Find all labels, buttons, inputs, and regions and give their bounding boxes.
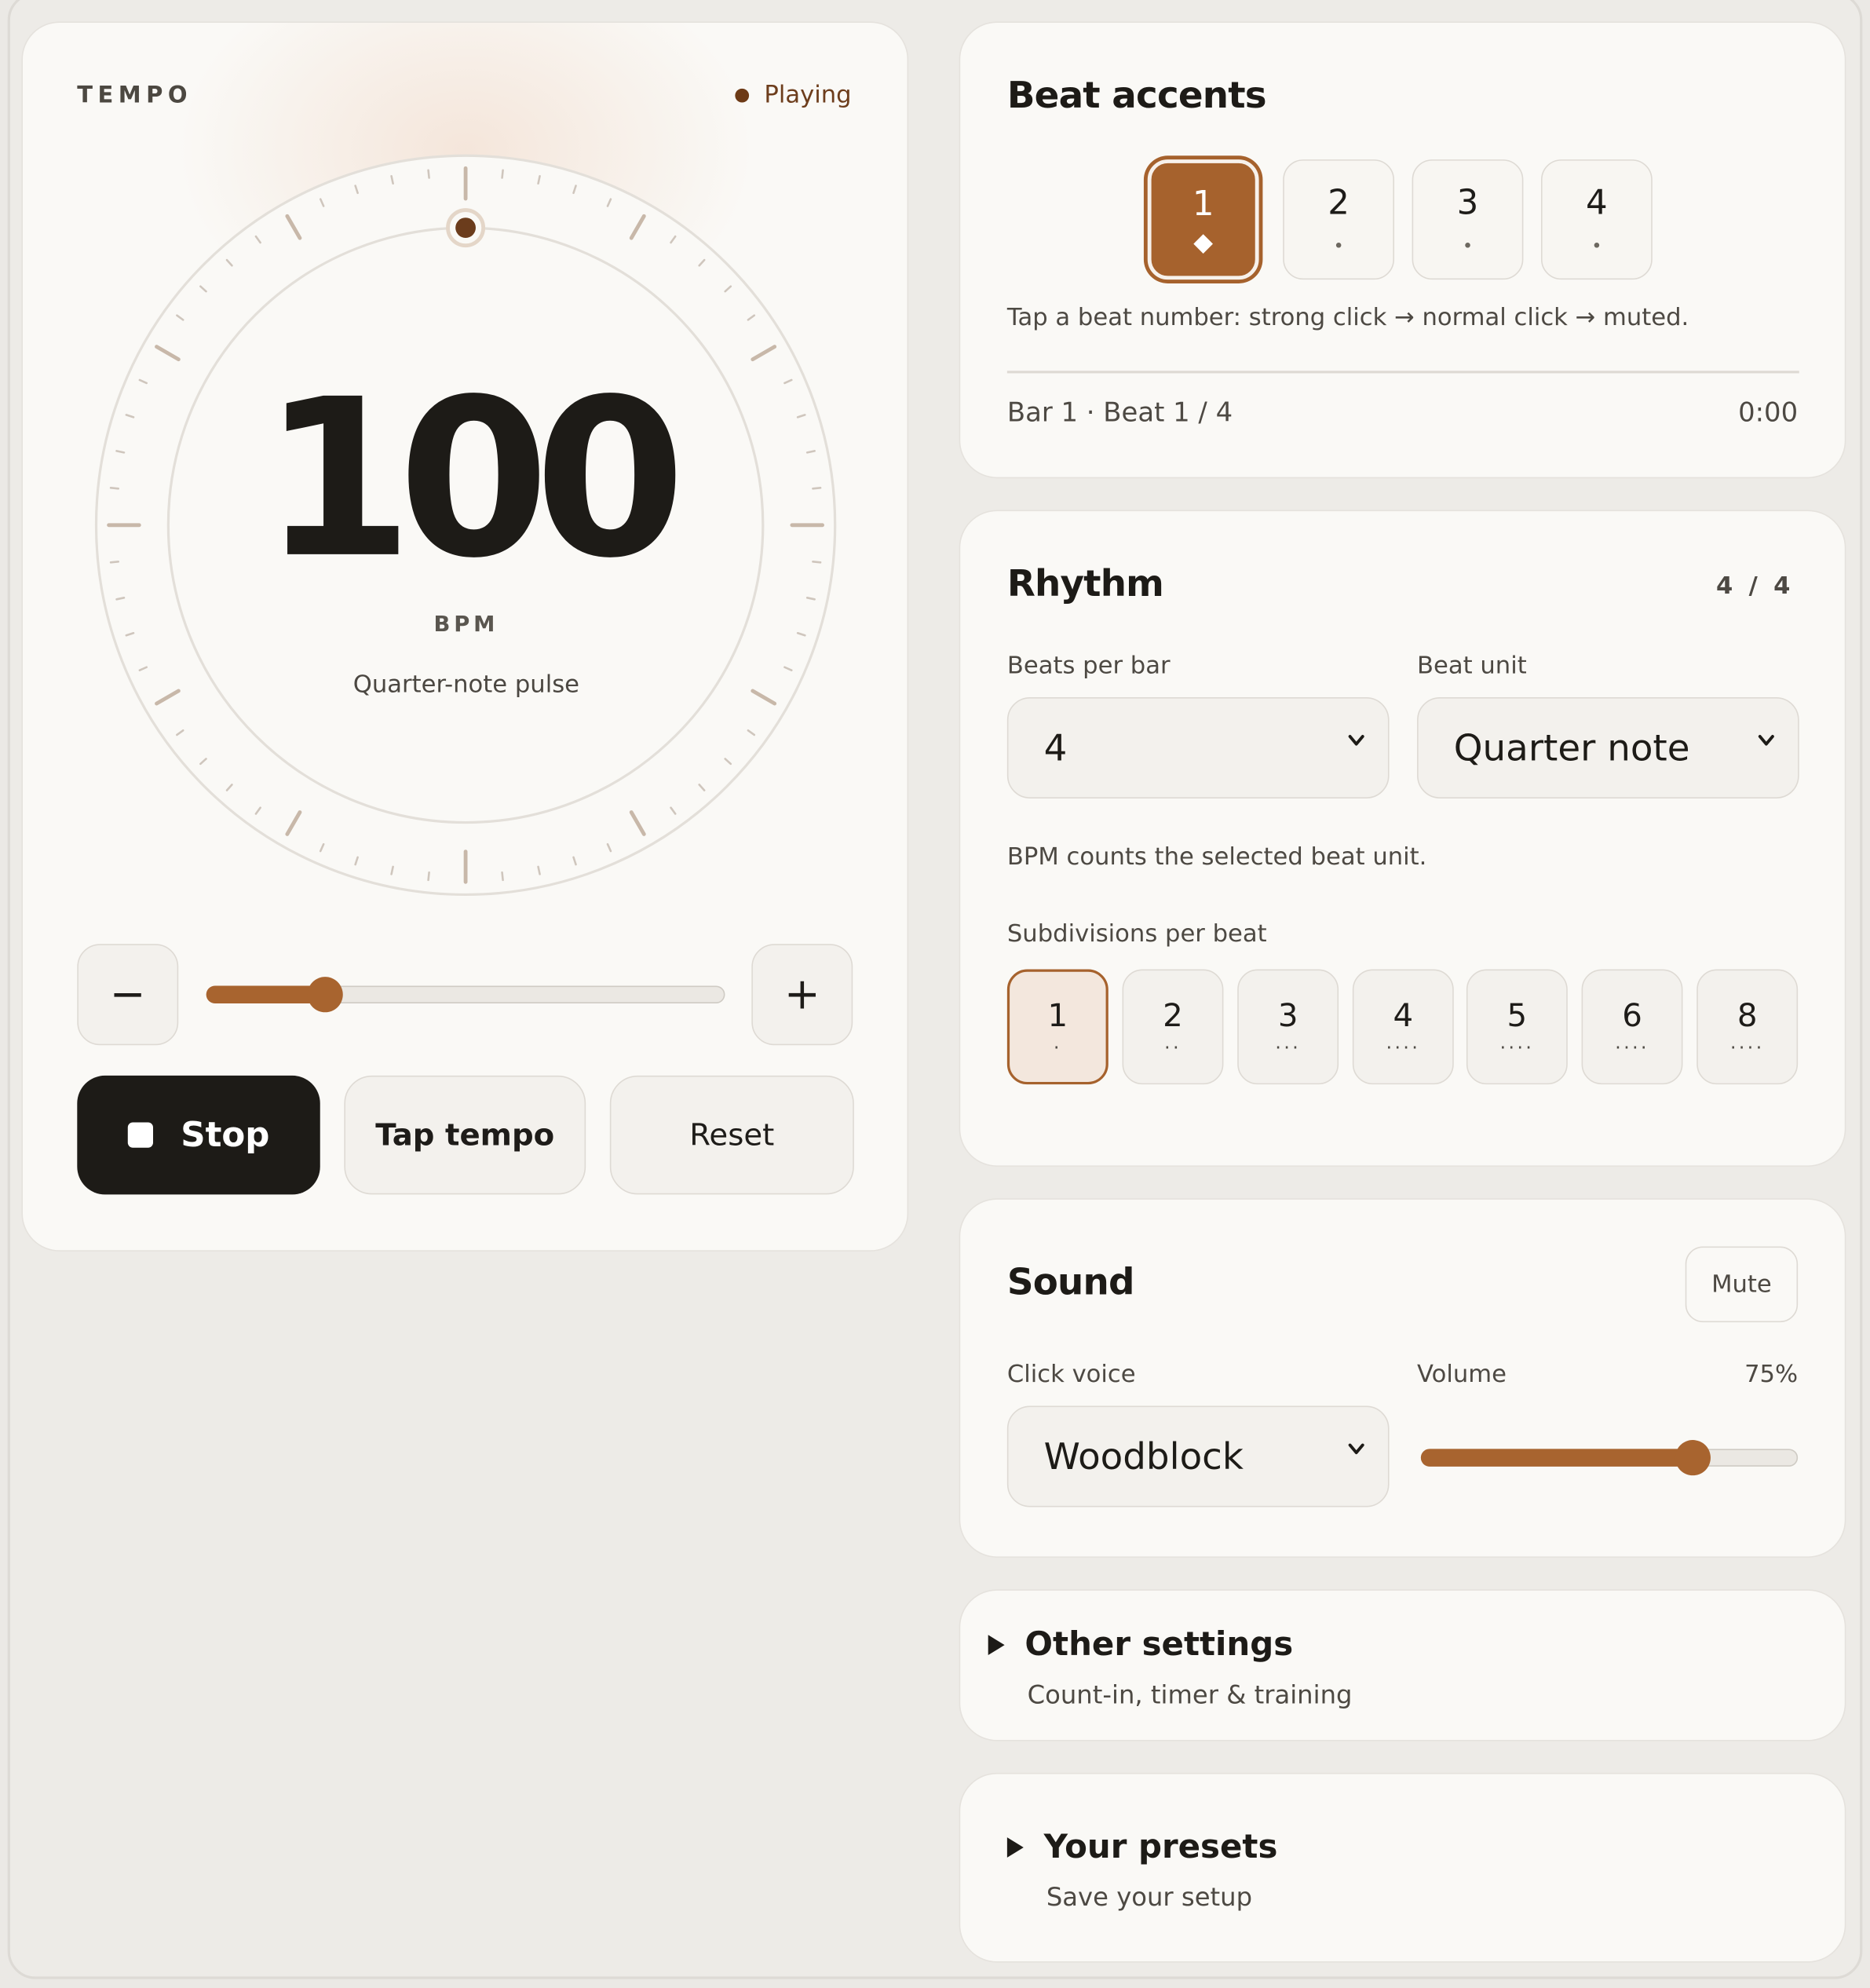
presets-summary[interactable]: Your presets — [1006, 1828, 1278, 1867]
subdivision-number: 3 — [1277, 996, 1298, 1033]
chevron-down-icon — [1348, 1443, 1364, 1455]
subdivision-dots: ···· — [1729, 1036, 1765, 1059]
rhythm-card: Rhythm 4 / 4 Beats per bar 4 Beat unit Q… — [959, 510, 1846, 1167]
normal-accent-icon: • — [1462, 236, 1474, 258]
volume-value: 75% — [1744, 1360, 1799, 1388]
beat-unit-note: BPM counts the selected beat unit. — [1006, 842, 1427, 871]
beat-unit-value: Quarter note — [1453, 726, 1690, 769]
subdivision-dots: ··· — [1275, 1036, 1302, 1059]
beats-per-bar-value: 4 — [1043, 726, 1068, 769]
beat-2-button[interactable]: 2 • — [1283, 159, 1395, 280]
dial-knob-center — [455, 217, 476, 238]
subdivision-number: 5 — [1507, 996, 1528, 1033]
chevron-down-icon — [1758, 735, 1774, 746]
other-settings-title: Other settings — [1024, 1625, 1294, 1665]
volume-slider-fill — [1420, 1449, 1693, 1467]
bpm-value: 100 — [261, 352, 686, 606]
subdivision-dots: ···· — [1386, 1036, 1421, 1059]
decrease-bpm-button[interactable]: − — [77, 944, 179, 1046]
subdivision-dots: ·· — [1164, 1036, 1182, 1059]
presets-subtitle: Save your setup — [1046, 1881, 1253, 1913]
accent-hint: Tap a beat number: strong click → normal… — [1006, 303, 1689, 332]
bpm-slider-thumb[interactable] — [308, 977, 344, 1013]
beat-1-button[interactable]: 1 ◆ — [1147, 159, 1259, 280]
disclosure-triangle-icon — [1006, 1837, 1024, 1858]
click-voice-select[interactable]: Woodblock — [1006, 1405, 1390, 1507]
sound-title: Sound — [1006, 1260, 1135, 1303]
other-settings-subtitle: Count-in, timer & training — [1027, 1679, 1353, 1710]
divider — [1006, 371, 1799, 373]
subdivision-number: 8 — [1737, 996, 1758, 1033]
beat-unit-label: Beat unit — [1417, 651, 1527, 680]
sound-card: Sound Mute Click voice Woodblock Volume … — [959, 1198, 1846, 1558]
mute-button[interactable]: Mute — [1685, 1246, 1799, 1323]
disclosure-triangle-icon — [988, 1635, 1005, 1656]
subdivision-number: 2 — [1163, 996, 1183, 1033]
beat-accents-card: Beat accents 1 ◆ 2 • 3 • 4 • Tap a beat … — [959, 21, 1846, 479]
subdivision-4-button[interactable]: 4 ···· — [1352, 969, 1454, 1085]
beat-number: 1 — [1192, 185, 1214, 225]
increase-bpm-button[interactable]: + — [751, 944, 853, 1046]
volume-slider-thumb[interactable] — [1675, 1440, 1711, 1476]
dial-tick — [501, 169, 504, 179]
subdivisions-label: Subdivisions per beat — [1006, 919, 1267, 948]
tap-tempo-button[interactable]: Tap tempo — [344, 1075, 586, 1195]
beat-unit-select[interactable]: Quarter note — [1417, 697, 1799, 798]
subdivision-3-button[interactable]: 3 ··· — [1237, 969, 1339, 1085]
subdivision-dots: ···· — [1499, 1036, 1535, 1059]
elapsed-time: 0:00 — [1738, 397, 1799, 428]
presets-title: Your presets — [1043, 1828, 1278, 1867]
volume-label: Volume — [1417, 1360, 1507, 1388]
other-settings-panel[interactable]: Other settings Count-in, timer & trainin… — [959, 1589, 1846, 1741]
subdivision-1-button[interactable]: 1 · — [1006, 969, 1108, 1085]
beat-4-button[interactable]: 4 • — [1540, 159, 1653, 280]
subdivision-number: 1 — [1047, 996, 1068, 1033]
dial-tick — [501, 871, 504, 882]
tempo-card: TEMPO Playing 100 BPM Quarter-note pulse… — [21, 21, 909, 1252]
normal-accent-icon: • — [1591, 236, 1602, 258]
click-voice-label: Click voice — [1006, 1360, 1136, 1388]
subdivision-2-button[interactable]: 2 ·· — [1122, 969, 1224, 1085]
beat-accents-title: Beat accents — [1006, 73, 1267, 117]
pulse-label: Quarter-note pulse — [352, 671, 580, 699]
beats-per-bar-select[interactable]: 4 — [1006, 697, 1390, 798]
bar-beat-position: Bar 1 · Beat 1 / 4 — [1006, 397, 1233, 428]
beat-3-button[interactable]: 3 • — [1412, 159, 1524, 280]
subdivision-5-button[interactable]: 5 ···· — [1466, 969, 1568, 1085]
beat-number: 2 — [1328, 183, 1350, 223]
beat-number: 4 — [1586, 183, 1608, 223]
reset-button[interactable]: Reset — [609, 1075, 854, 1195]
bpm-unit-label: BPM — [433, 612, 499, 638]
subdivision-dots: · — [1053, 1036, 1062, 1059]
rhythm-title: Rhythm — [1006, 561, 1164, 605]
beat-number: 3 — [1456, 183, 1479, 223]
normal-accent-icon: • — [1333, 236, 1344, 258]
stop-icon — [127, 1122, 153, 1148]
subdivision-8-button[interactable]: 8 ···· — [1697, 969, 1799, 1085]
strong-accent-icon: ◆ — [1193, 226, 1214, 258]
time-signature: 4 / 4 — [1716, 572, 1795, 600]
beats-per-bar-label: Beats per bar — [1006, 651, 1171, 680]
subdivision-6-button[interactable]: 6 ···· — [1581, 969, 1683, 1085]
subdivision-number: 4 — [1393, 996, 1414, 1033]
subdivision-number: 6 — [1622, 996, 1642, 1033]
presets-panel[interactable]: Your presets Save your setup — [959, 1772, 1846, 1963]
chevron-down-icon — [1348, 735, 1364, 746]
click-voice-value: Woodblock — [1043, 1434, 1244, 1478]
other-settings-summary[interactable]: Other settings — [988, 1626, 1293, 1664]
stop-button[interactable]: Stop — [77, 1075, 320, 1195]
stop-label: Stop — [181, 1115, 270, 1155]
subdivision-dots: ···· — [1615, 1036, 1649, 1059]
